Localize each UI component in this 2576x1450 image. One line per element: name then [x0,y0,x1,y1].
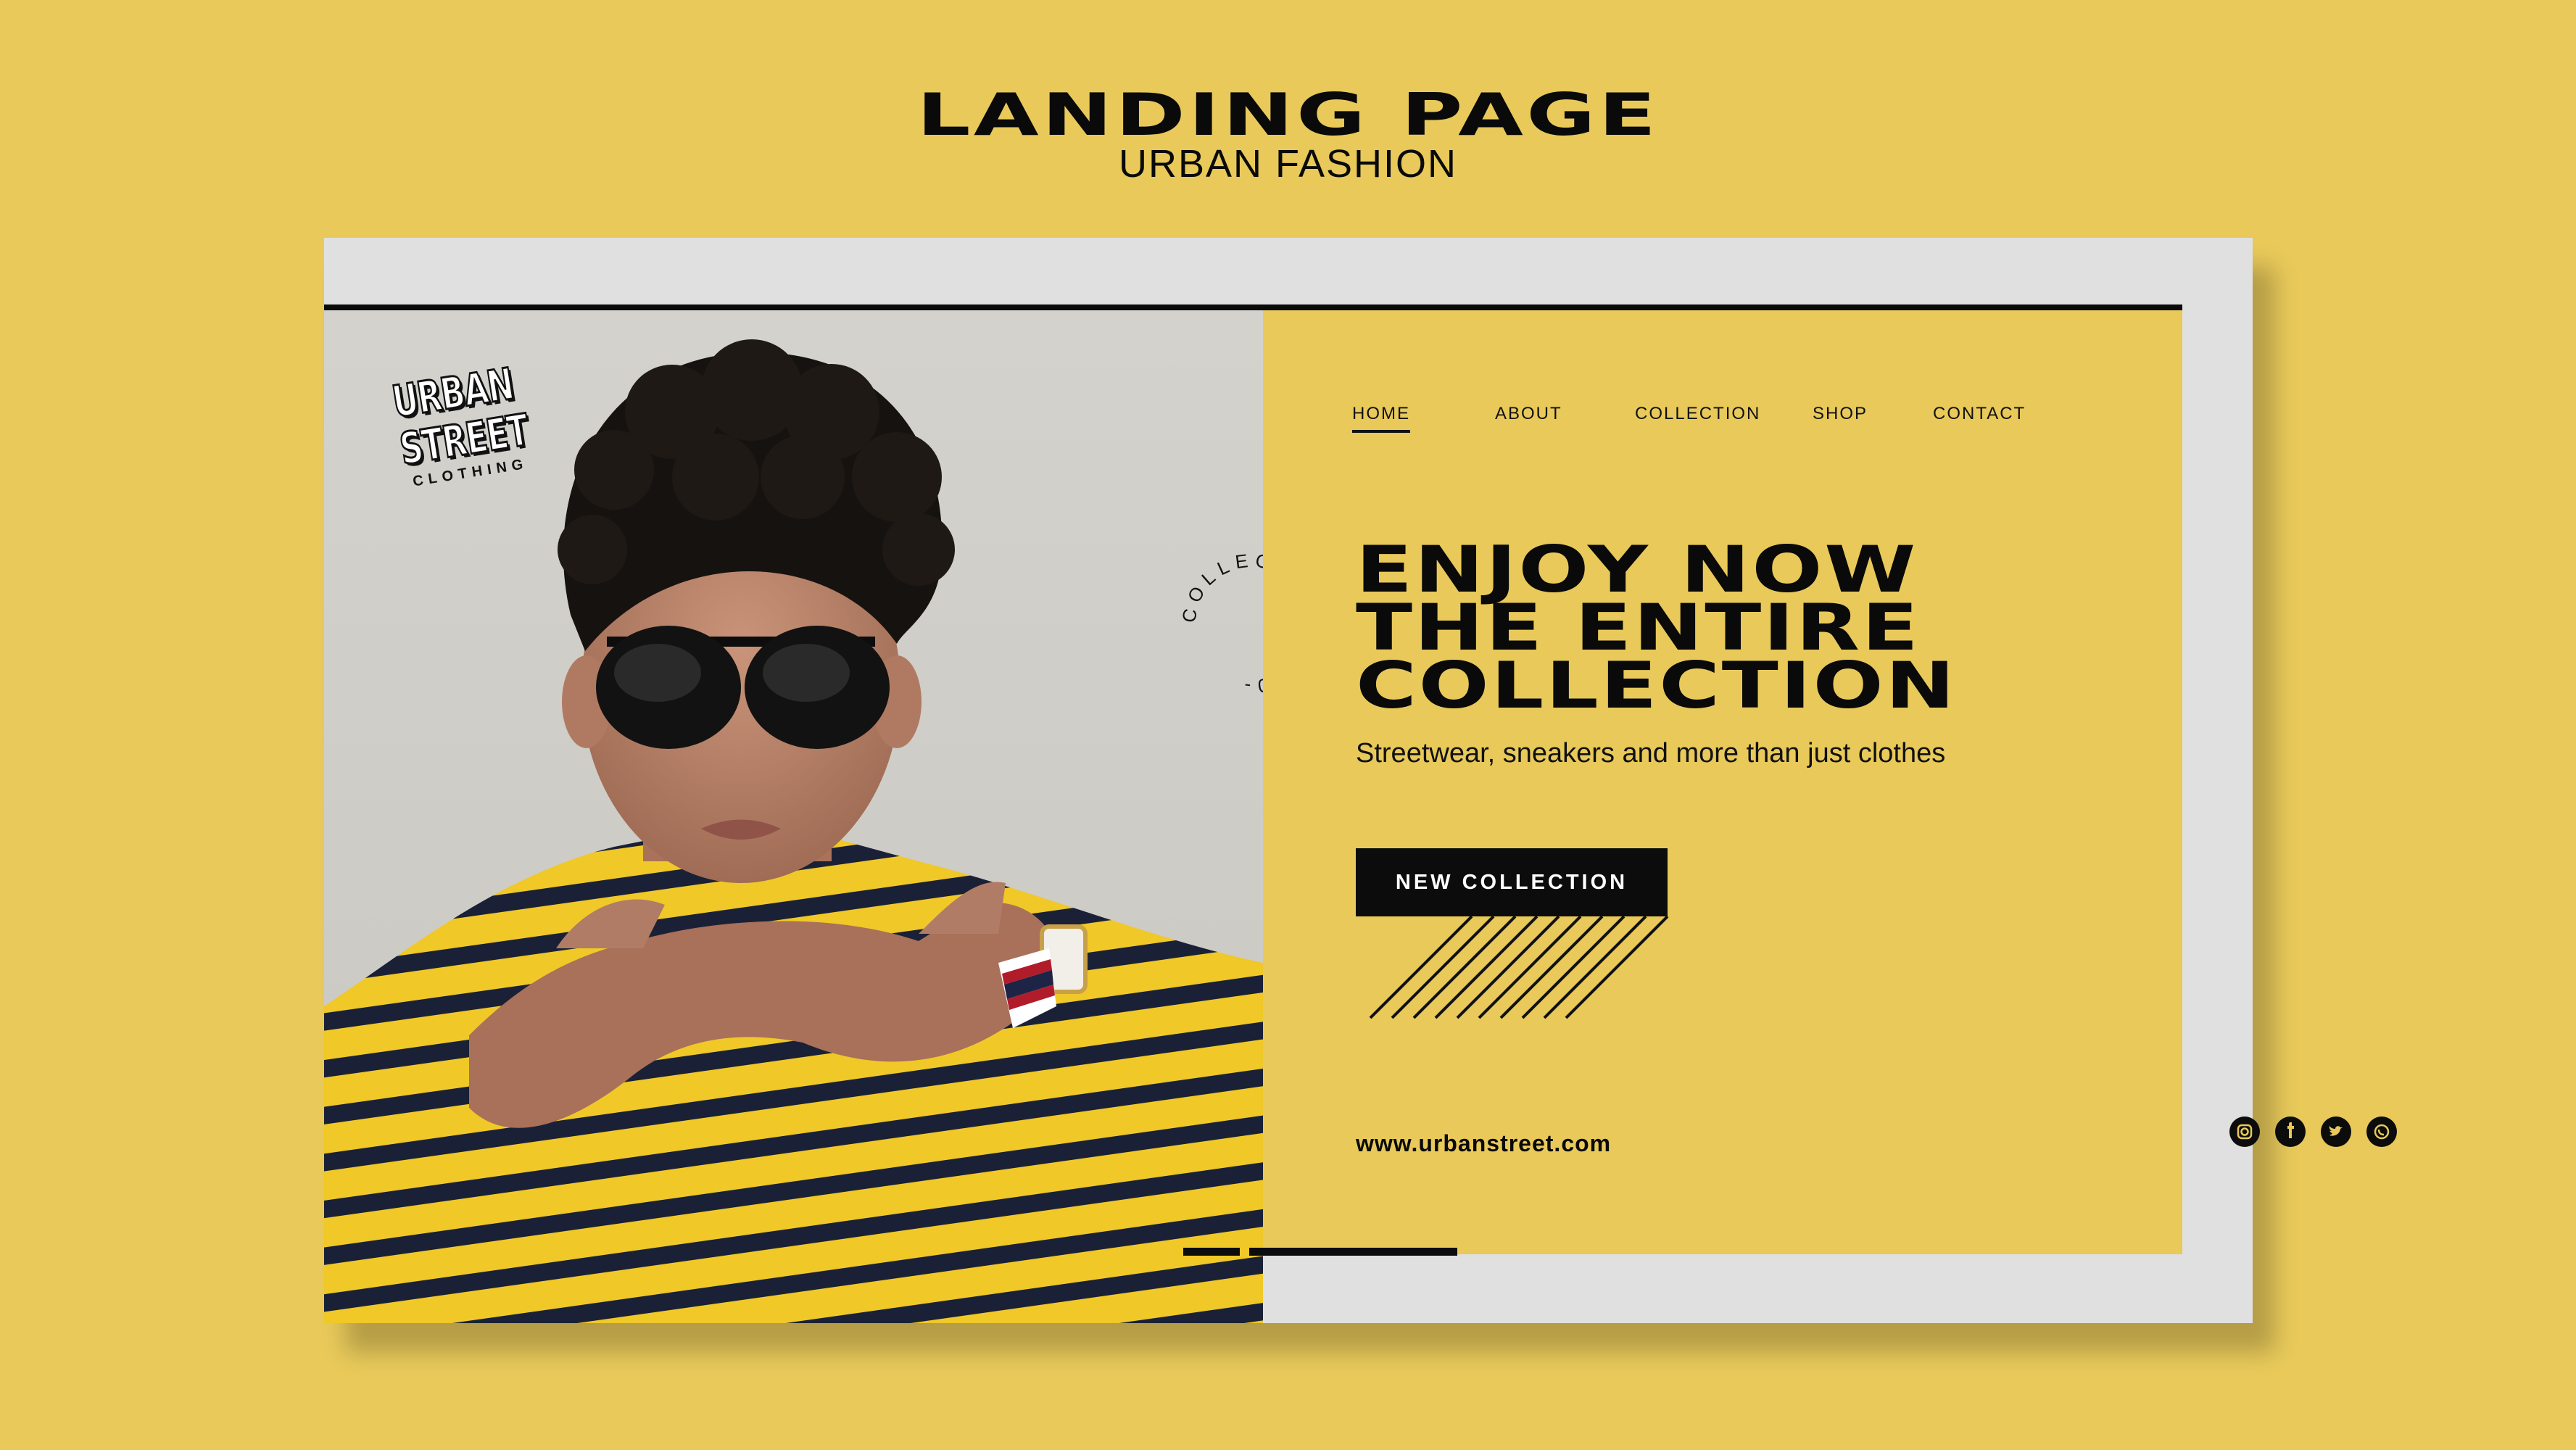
page-subtitle: URBAN FASHION [1118,142,1458,186]
landing-page-mockup: URBAN STREET CLOTHING COLLECTION -2020- … [324,238,2397,1323]
website-link[interactable]: www.urbanstreet.com [1356,1130,1611,1157]
facebook-icon[interactable] [2275,1116,2306,1147]
nav-item-home[interactable]: HOME [1352,404,1410,433]
nav-item-about[interactable]: ABOUT [1495,404,1562,424]
nav-item-contact[interactable]: CONTACT [1933,404,2026,424]
page-title: LANDING PAGE [916,81,1660,149]
top-divider [324,304,2182,310]
hero-content: HOME ABOUT COLLECTION SHOP CONTACT ENJOY… [1263,310,2397,1254]
whatsapp-icon[interactable] [2366,1116,2397,1147]
bottom-accent-long [1249,1248,1457,1256]
bottom-accent-short [1183,1248,1240,1256]
brand-logo[interactable]: URBAN STREET CLOTHING [388,357,555,523]
decorative-hatch [1369,916,1669,1019]
headline-line-3: COLLECTION [1356,648,1957,723]
instagram-icon[interactable] [2229,1116,2260,1147]
nav-item-shop[interactable]: SHOP [1813,404,1868,424]
new-collection-button[interactable]: NEW COLLECTION [1356,848,1668,916]
main-nav: HOME ABOUT COLLECTION SHOP CONTACT [1263,404,2182,433]
twitter-icon[interactable] [2321,1116,2351,1147]
hero-subtitle: Streetwear, sneakers and more than just … [1356,738,1946,768]
hero-headline: ENJOY NOW THE ENTIRE COLLECTION [1356,538,1957,718]
nav-item-collection[interactable]: COLLECTION [1635,404,1760,424]
hero-photo: URBAN STREET CLOTHING [324,310,1263,1323]
